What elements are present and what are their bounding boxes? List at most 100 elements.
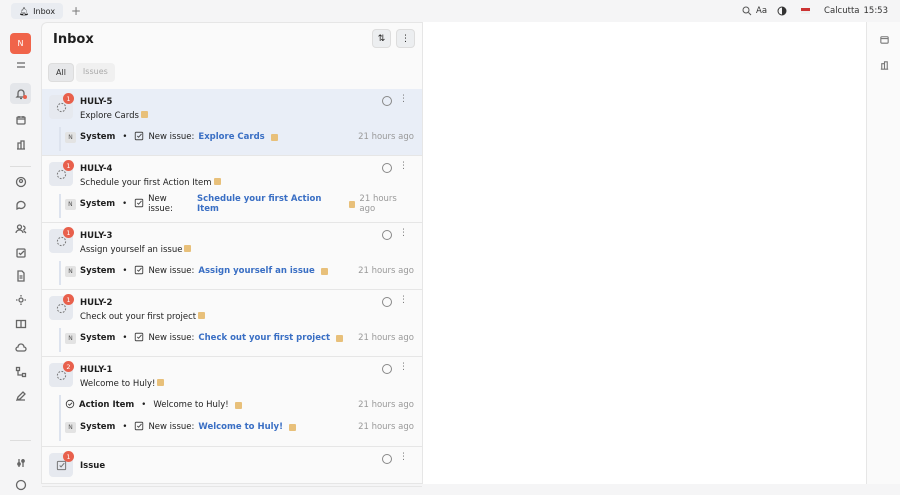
system-avatar: N [65,332,76,344]
tab-inbox[interactable]: 🔔︎ Inbox [11,3,64,19]
row-more-button[interactable]: ⋮ [399,295,408,305]
timestamp: 21 hours ago [358,422,414,432]
theme-toggle-icon[interactable] [777,6,787,16]
office-icon[interactable] [10,134,31,155]
emoji-icon [184,245,192,252]
issue-icon [134,265,144,278]
notification-text: New issue: [148,333,195,343]
timestamp: 21 hours ago [358,333,414,343]
inbox-panel: Inbox ⇅ ⋮ All Issues 1 HULY-5 Explore Ca… [41,22,422,487]
more-options-button[interactable]: ⋮ [396,29,415,48]
page-title: Inbox [53,32,94,47]
inbox-row[interactable]: 1 HULY-3 Assign yourself an issue ⋮ N Sys… [42,223,422,290]
tracker-icon[interactable] [10,242,31,263]
help-icon[interactable] [10,474,31,495]
language-flag-icon[interactable] [801,8,811,14]
inbox-row[interactable]: 1 Issue ⋮ [42,447,422,487]
unread-count-badge: 1 [63,294,74,305]
right-sidebar [866,22,900,484]
notification-item[interactable]: N System • New issue: Check out your firs… [65,330,414,346]
unread-count-badge: 1 [63,451,74,462]
notification-item[interactable]: N System • New issue: Explore Cards 21 ho… [65,129,414,145]
unread-count-badge: 1 [63,160,74,171]
issue-link[interactable]: Assign yourself an issue [198,266,314,276]
system-avatar: N [65,131,76,143]
timezone-location[interactable]: Calcutta [824,6,859,16]
font-size-button[interactable]: Aa [756,6,767,16]
person-icon[interactable] [10,171,31,192]
issue-icon [134,332,144,345]
timestamp: 21 hours ago [358,132,414,142]
office-icon[interactable] [879,60,890,71]
book-icon[interactable] [10,313,31,334]
add-tab-button[interactable]: + [71,4,81,18]
inbox-row[interactable]: 1 HULY-2 Check out your first project ⋮ … [42,290,422,357]
timestamp: 21 hours ago [359,194,397,214]
row-more-button[interactable]: ⋮ [399,452,408,462]
emoji-icon [270,133,278,141]
sender: System [79,199,116,209]
inbox-row[interactable]: 1 HULY-5 Explore Cards ⋮ N System • New i… [42,89,422,156]
issue-link[interactable]: Check out your first project [198,333,330,343]
tab-all[interactable]: All [48,63,74,82]
row-title: Assign yourself an issue [80,245,192,255]
notification-item[interactable]: N System • New issue: Schedule your first… [65,194,414,214]
sidebar-item-inbox[interactable] [10,83,31,104]
emoji-icon [157,379,165,386]
mark-read-button[interactable] [382,297,392,307]
issue-icon [134,421,144,434]
menu-icon[interactable] [10,54,31,75]
mark-read-button[interactable] [382,364,392,374]
issue-icon [134,131,144,144]
unread-count-badge: 1 [63,93,74,104]
chat-icon[interactable] [10,194,31,215]
content-area [422,22,866,484]
row-more-button[interactable]: ⋮ [399,228,408,238]
inbox-row[interactable]: 1 HULY-4 Schedule your first Action Item… [42,156,422,223]
issue-link[interactable]: Explore Cards [198,132,264,142]
contacts-icon[interactable] [10,218,31,239]
row-id: HULY-4 [80,164,113,174]
inbox-row[interactable]: 2 HULY-1 Welcome to Huly! ⋮ Action Item … [42,357,422,447]
notification-text: New issue: [148,194,173,214]
workspace-avatar[interactable]: N [10,33,31,54]
emoji-icon [288,423,296,431]
cloud-icon[interactable] [10,337,31,358]
mark-read-button[interactable] [382,454,392,464]
emoji-icon [320,267,328,275]
sun-icon[interactable] [10,289,31,310]
mark-read-button[interactable] [382,230,392,240]
document-icon[interactable] [10,265,31,286]
edit-icon[interactable] [10,385,31,406]
sender: System [80,422,116,432]
emoji-icon [234,401,242,409]
workflow-icon[interactable] [10,361,31,382]
top-bar: 🔔︎ Inbox + Aa Calcutta 15:53 [0,0,900,22]
emoji-icon [213,178,221,185]
settings-sliders-icon[interactable] [10,452,31,473]
calendar-icon[interactable] [879,34,890,45]
issue-link[interactable]: Welcome to Huly! [198,422,283,432]
tab-issues[interactable]: Issues [75,63,115,82]
notification-text: Welcome to Huly! [153,400,229,410]
search-icon[interactable] [742,6,752,16]
sender: System [80,132,116,142]
notification-item[interactable]: N System • New issue: Assign yourself an … [65,263,414,279]
row-title: Explore Cards [80,111,148,121]
mark-read-button[interactable] [382,96,392,106]
notification-item[interactable]: N System • New issue: Welcome to Huly! 21… [65,419,414,435]
row-more-button[interactable]: ⋮ [399,362,408,372]
clock-time: 15:53 [863,6,889,16]
row-more-button[interactable]: ⋮ [399,161,408,171]
sender: System [80,266,116,276]
filter-settings-button[interactable]: ⇅ [372,29,391,48]
issue-icon [134,198,144,211]
system-avatar: N [65,421,76,433]
calendar-icon[interactable] [10,109,31,130]
row-more-button[interactable]: ⋮ [399,94,408,104]
mark-read-button[interactable] [382,163,392,173]
sender: Action Item [79,400,135,410]
row-id: Issue [80,461,106,471]
issue-link[interactable]: Schedule your first Action Item [197,194,343,214]
notification-item[interactable]: Action Item • Welcome to Huly! 21 hours … [65,397,414,413]
